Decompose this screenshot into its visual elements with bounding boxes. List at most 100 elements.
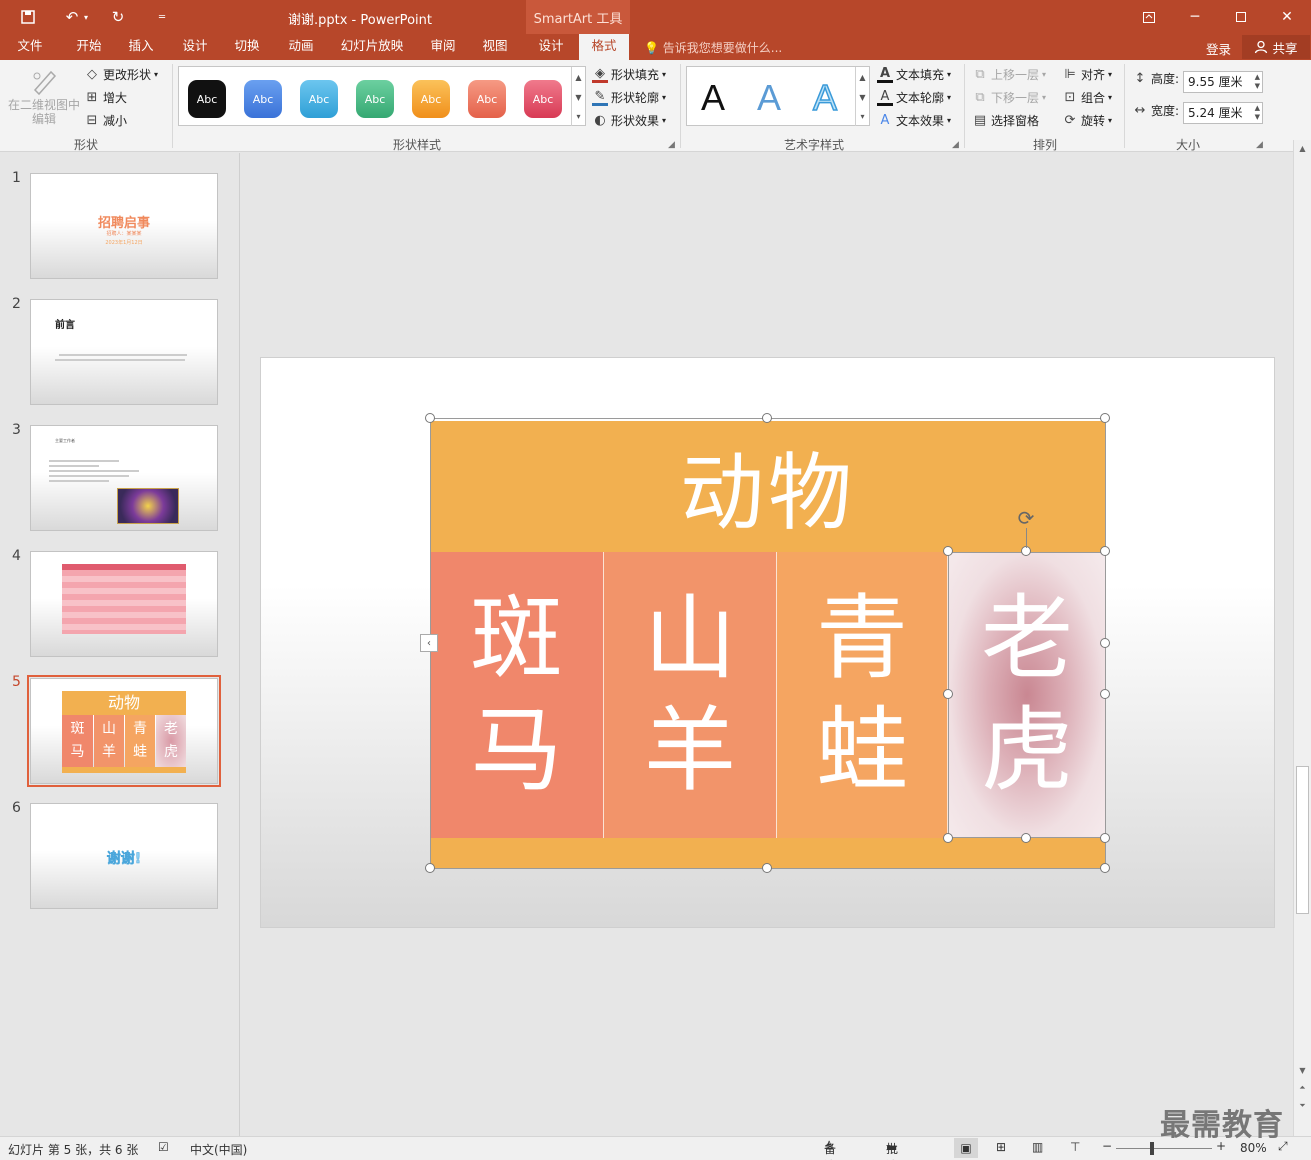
edit-in-2d-button[interactable]: 在二维视图中编辑 xyxy=(6,66,82,126)
shape-style-swatch[interactable]: Abc xyxy=(188,80,226,118)
maximize-icon[interactable] xyxy=(1226,6,1256,28)
zoom-out-icon[interactable]: − xyxy=(1102,1139,1112,1153)
login-link[interactable]: 登录 xyxy=(1206,39,1231,58)
slide-thumbnail-2[interactable]: 前言 xyxy=(30,299,218,405)
shape-style-swatch[interactable]: Abc xyxy=(244,80,282,118)
tab-insert[interactable]: 插入 xyxy=(118,34,164,60)
normal-view-icon[interactable]: ▣ xyxy=(954,1138,978,1158)
resize-handle[interactable] xyxy=(943,546,953,556)
resize-handle[interactable] xyxy=(1100,689,1110,699)
tab-format[interactable]: 格式 xyxy=(579,34,629,60)
align-button[interactable]: ⊫ 对齐 ▾ xyxy=(1062,66,1112,83)
resize-handle[interactable] xyxy=(1100,833,1110,843)
reading-view-icon[interactable]: ▥ xyxy=(1032,1140,1043,1154)
gallery-more-icon[interactable]: ▾ xyxy=(571,107,585,126)
language-status[interactable]: 中文(中国) xyxy=(190,1141,247,1158)
tab-home[interactable]: 开始 xyxy=(66,34,112,60)
scroll-down-icon[interactable]: ▼ xyxy=(1294,1062,1311,1078)
tab-slideshow[interactable]: 幻灯片放映 xyxy=(334,34,410,60)
resize-handle[interactable] xyxy=(1100,546,1110,556)
height-input[interactable]: 9.55 厘米 ▲ ▼ xyxy=(1183,71,1263,93)
tab-animations[interactable]: 动画 xyxy=(278,34,324,60)
group-button[interactable]: ⊡ 组合 ▾ xyxy=(1062,89,1112,106)
zoom-slider-track[interactable] xyxy=(1116,1148,1212,1149)
change-shape-button[interactable]: ◇ 更改形状 ▾ xyxy=(84,66,158,83)
text-outline-button[interactable]: A 文本轮廓 ▾ xyxy=(877,89,951,106)
slide-thumbnail-4[interactable] xyxy=(30,551,218,657)
shape-style-swatch[interactable]: Abc xyxy=(300,80,338,118)
text-fill-button[interactable]: A 文本填充 ▾ xyxy=(877,66,951,83)
ribbon-display-icon[interactable] xyxy=(1134,6,1164,28)
next-slide-icon[interactable]: ⏷ xyxy=(1294,1098,1311,1114)
resize-handle[interactable] xyxy=(1100,413,1110,423)
dialog-launcher-icon[interactable]: ◢ xyxy=(952,140,959,150)
slide-thumbnail-5[interactable]: 动物 斑马 山羊 青蛙 老虎 xyxy=(30,678,218,784)
gallery-up-icon[interactable]: ▲ xyxy=(855,67,869,87)
spinner-icon[interactable]: ▲ ▼ xyxy=(1255,104,1260,122)
resize-handle[interactable] xyxy=(425,413,435,423)
rotate-handle-icon[interactable]: ⟳ xyxy=(1014,506,1038,530)
vertical-scrollbar[interactable]: ▲ ▼ ⏶ ⏷ xyxy=(1293,140,1311,1136)
dialog-launcher-icon[interactable]: ◢ xyxy=(668,140,675,150)
bring-forward-button[interactable]: ⧉ 上移一层 ▾ xyxy=(972,66,1046,83)
resize-handle[interactable] xyxy=(762,413,772,423)
customize-icon[interactable]: ═ xyxy=(150,6,174,28)
tab-design[interactable]: 设计 xyxy=(172,34,218,60)
resize-handle[interactable] xyxy=(1021,833,1031,843)
gallery-down-icon[interactable]: ▼ xyxy=(855,87,869,107)
text-pane-toggle-icon[interactable]: ‹ xyxy=(420,634,438,652)
tab-view[interactable]: 视图 xyxy=(472,34,518,60)
rotate-button[interactable]: ⟳ 旋转 ▾ xyxy=(1062,112,1112,129)
text-effects-button[interactable]: A 文本效果 ▾ xyxy=(877,112,951,129)
slide-sorter-icon[interactable]: ⊞ xyxy=(996,1140,1006,1154)
scroll-thumb[interactable] xyxy=(1296,766,1309,914)
smartart-cell-zebra[interactable]: 斑 马 xyxy=(430,552,604,838)
shape-style-swatch[interactable]: Abc xyxy=(468,80,506,118)
tab-transitions[interactable]: 切换 xyxy=(224,34,270,60)
resize-handle[interactable] xyxy=(762,863,772,873)
tell-me-box[interactable]: 💡 告诉我您想要做什么... xyxy=(644,39,782,56)
resize-handle[interactable] xyxy=(943,689,953,699)
scroll-up-icon[interactable]: ▲ xyxy=(1294,140,1311,156)
resize-handle[interactable] xyxy=(1100,863,1110,873)
smartart-cell-frog[interactable]: 青 蛙 xyxy=(777,552,948,838)
gallery-more-icon[interactable]: ▾ xyxy=(855,107,869,126)
tab-file[interactable]: 文件 xyxy=(8,34,52,60)
zoom-slider-thumb[interactable] xyxy=(1150,1142,1154,1155)
save-icon[interactable] xyxy=(16,6,40,28)
selection-pane-button[interactable]: ▤ 选择窗格 xyxy=(972,112,1039,129)
close-icon[interactable]: ✕ xyxy=(1272,6,1302,28)
resize-handle[interactable] xyxy=(425,863,435,873)
slide-thumbnail-3[interactable]: 主要工作者 xyxy=(30,425,218,531)
shape-outline-button[interactable]: ✎ 形状轮廓 ▾ xyxy=(592,89,666,106)
shape-style-swatch[interactable]: Abc xyxy=(524,80,562,118)
width-input[interactable]: 5.24 厘米 ▲ ▼ xyxy=(1183,102,1263,124)
smartart-cell-tiger[interactable]: 老 虎 xyxy=(948,552,1106,838)
redo-icon[interactable]: ↻ xyxy=(106,6,130,28)
previous-slide-icon[interactable]: ⏶ xyxy=(1294,1080,1311,1096)
wordart-style-black[interactable]: A xyxy=(701,77,725,119)
send-backward-button[interactable]: ⧉ 下移一层 ▾ xyxy=(972,89,1046,106)
share-button[interactable]: 共享 xyxy=(1242,35,1310,59)
smartart-cell-goat[interactable]: 山 羊 xyxy=(604,552,777,838)
spellcheck-icon[interactable]: ☑ xyxy=(158,1140,169,1154)
gallery-down-icon[interactable]: ▼ xyxy=(571,87,585,107)
shape-effects-button[interactable]: ◐ 形状效果 ▾ xyxy=(592,112,666,129)
slide-thumbnail-1[interactable]: 招聘启事 招聘人：某某某 2023年1月12日 xyxy=(30,173,218,279)
undo-dropdown-icon[interactable]: ▾ xyxy=(80,6,92,28)
gallery-up-icon[interactable]: ▲ xyxy=(571,67,585,87)
resize-handle[interactable] xyxy=(943,833,953,843)
spinner-icon[interactable]: ▲ ▼ xyxy=(1255,73,1260,91)
tab-review[interactable]: 审阅 xyxy=(420,34,466,60)
minimize-icon[interactable]: ─ xyxy=(1180,6,1210,28)
resize-handle[interactable] xyxy=(1100,638,1110,648)
slide-thumbnail-6[interactable]: 谢谢! xyxy=(30,803,218,909)
smartart-header-shape[interactable]: 动物 xyxy=(430,421,1106,552)
shape-style-swatch[interactable]: Abc xyxy=(356,80,394,118)
wordart-style-outline[interactable]: A xyxy=(812,76,838,119)
dialog-launcher-icon[interactable]: ◢ xyxy=(1256,140,1263,150)
slideshow-icon[interactable]: ⊤ xyxy=(1070,1140,1080,1154)
wordart-style-blue[interactable]: A xyxy=(757,77,781,119)
shape-style-swatch[interactable]: Abc xyxy=(412,80,450,118)
shape-fill-button[interactable]: ◈ 形状填充 ▾ xyxy=(592,66,666,83)
